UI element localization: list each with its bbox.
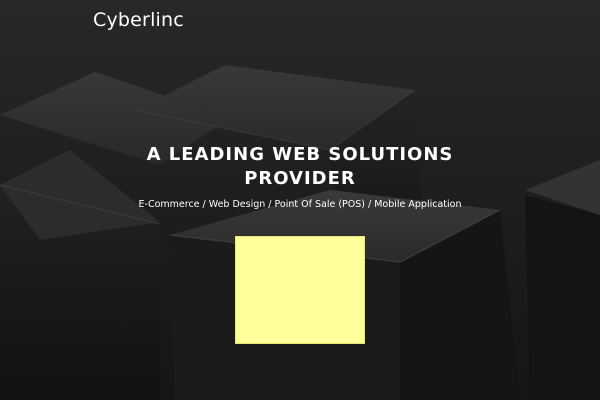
hero-subtitle: E-Commerce / Web Design / Point Of Sale … bbox=[138, 199, 462, 210]
hero-headline: A LEADING WEB SOLUTIONS PROVIDER bbox=[146, 144, 454, 189]
hero-section: Cyberlinc A LEADING WEB SOLUTIONS PROVID… bbox=[0, 0, 600, 400]
site-logo[interactable]: Cyberlinc bbox=[93, 9, 184, 31]
media-placeholder bbox=[235, 236, 365, 344]
